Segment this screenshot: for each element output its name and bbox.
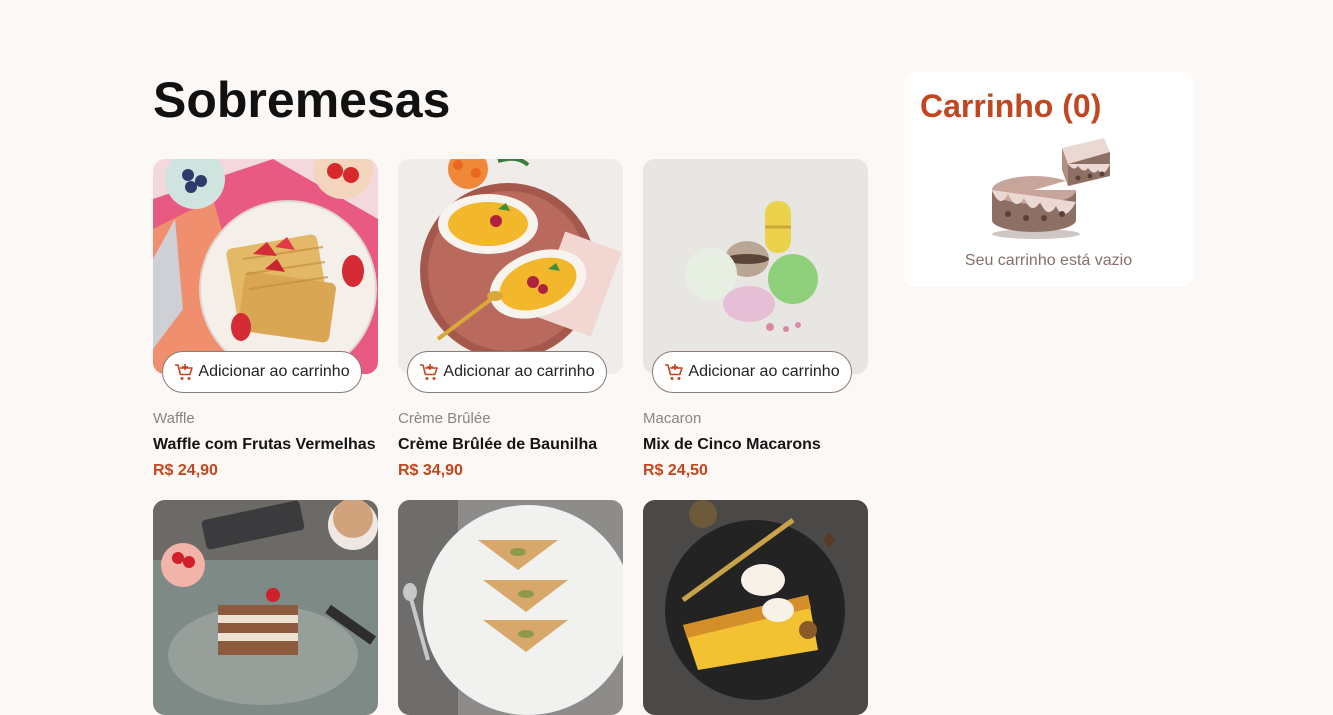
add-to-cart-label: Adicionar ao carrinho <box>688 363 840 380</box>
product-category: Macaron <box>643 410 702 427</box>
product-photo-6 <box>643 500 868 715</box>
product-name: Waffle com Frutas Vermelhas <box>153 436 376 453</box>
add-to-cart-button[interactable]: Adicionar ao carrinho <box>652 351 852 393</box>
add-to-cart-label: Adicionar ao carrinho <box>443 363 595 380</box>
product-card-4 <box>153 500 378 715</box>
product-card-6 <box>643 500 868 715</box>
empty-cake-illustration <box>986 134 1114 242</box>
empty-cart-message: Seu carrinho está vazio <box>964 252 1133 269</box>
cart-plus-icon <box>174 362 194 382</box>
cart-plus-icon <box>419 362 439 382</box>
product-category: Waffle <box>153 410 195 427</box>
product-price: R$ 24,50 <box>643 462 708 479</box>
cart-plus-icon <box>664 362 684 382</box>
cart-title: Carrinho (0) <box>920 88 1102 124</box>
product-photo-5 <box>398 500 623 715</box>
page-title: Sobremesas <box>153 72 451 128</box>
product-card-macaron: Adicionar ao carrinho Macaron Mix de Cin… <box>643 159 868 479</box>
add-to-cart-button[interactable]: Adicionar ao carrinho <box>407 351 607 393</box>
product-photo-waffle <box>153 159 378 374</box>
cart-panel: Carrinho (0) Seu carrinho está vazio <box>904 72 1193 287</box>
product-photo-macaron <box>643 159 868 374</box>
product-category: Crème Brûlée <box>398 410 491 427</box>
product-card-5 <box>398 500 623 715</box>
product-photo-creme-brulee <box>398 159 623 374</box>
product-price: R$ 24,90 <box>153 462 218 479</box>
product-card-waffle: Adicionar ao carrinho Waffle Waffle com … <box>153 159 378 479</box>
product-name: Mix de Cinco Macarons <box>643 436 821 453</box>
product-card-creme-brulee: Adicionar ao carrinho Crème Brûlée Crème… <box>398 159 623 479</box>
product-photo-4 <box>153 500 378 715</box>
add-to-cart-button[interactable]: Adicionar ao carrinho <box>162 351 362 393</box>
add-to-cart-label: Adicionar ao carrinho <box>198 363 350 380</box>
product-name: Crème Brûlée de Baunilha <box>398 436 598 453</box>
product-price: R$ 34,90 <box>398 462 463 479</box>
